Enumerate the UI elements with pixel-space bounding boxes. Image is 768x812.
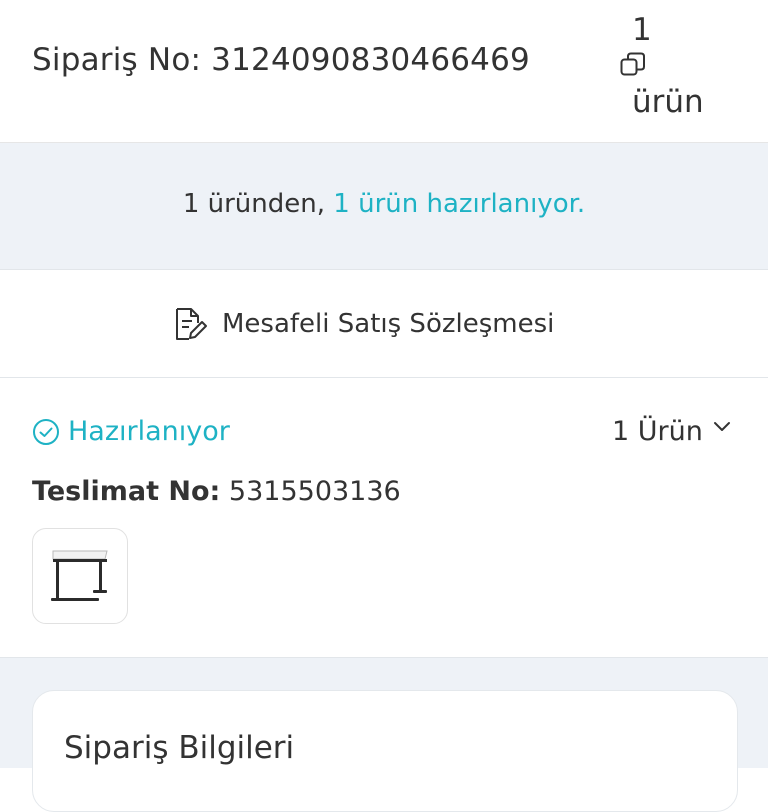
item-count-number: 1 [632, 12, 652, 48]
shipment-status-label: Hazırlanıyor [68, 416, 230, 447]
chevron-down-icon [713, 421, 730, 431]
item-count: 1 ürün [632, 12, 722, 120]
product-thumbnail[interactable] [32, 528, 128, 624]
status-summary-prefix: 1 üründen, [182, 189, 334, 219]
order-header: Sipariş No: 3124090830466469 1 ürün [0, 0, 768, 143]
order-info-title: Sipariş Bilgileri [64, 730, 295, 766]
order-number: Sipariş No: 3124090830466469 [32, 42, 530, 78]
document-edit-icon [176, 308, 207, 340]
status-summary: 1 üründen, 1 ürün hazırlanıyor. [0, 189, 768, 219]
side-table-product-image [51, 550, 108, 601]
check-circle-icon [33, 418, 59, 445]
items-toggle[interactable]: 1 Ürün [612, 416, 733, 447]
shipment-status: Hazırlanıyor [32, 416, 230, 447]
contract-link[interactable]: Mesafeli Satış Sözleşmesi [172, 306, 554, 342]
status-summary-highlight: 1 ürün hazırlanıyor. [333, 189, 586, 219]
item-count-unit: ürün [632, 84, 704, 120]
delivery-number-row: Teslimat No: 5315503136 [32, 476, 401, 507]
contract-label: Mesafeli Satış Sözleşmesi [222, 309, 555, 339]
items-toggle-label: 1 Ürün [612, 416, 703, 447]
delivery-number-label: Teslimat No: [32, 476, 221, 507]
delivery-number-value: 5315503136 [228, 476, 401, 507]
